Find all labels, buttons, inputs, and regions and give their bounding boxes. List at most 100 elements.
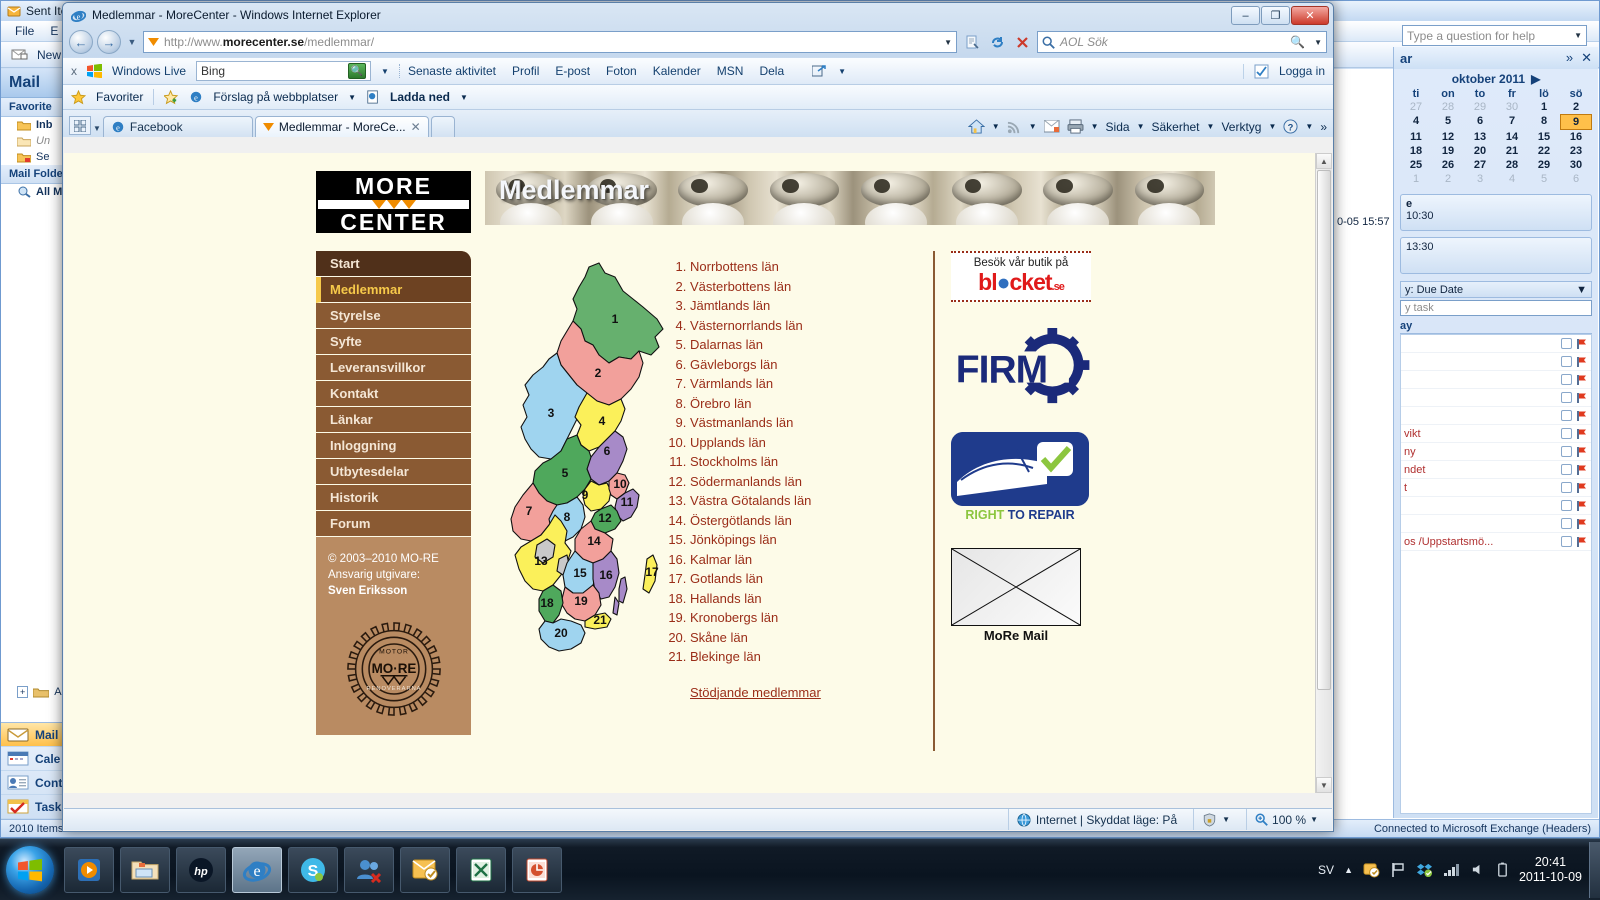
calendar-day[interactable]: 29: [1464, 100, 1496, 114]
map-region-label[interactable]: 17: [645, 565, 659, 579]
map-region-label[interactable]: 7: [526, 504, 533, 518]
site-nav-item-historik[interactable]: Historik: [316, 485, 471, 511]
command-bar-overflow-icon[interactable]: »: [1320, 120, 1327, 134]
site-nav-item-styrelse[interactable]: Styrelse: [316, 303, 471, 329]
page-scrollbar[interactable]: ▲ ▼: [1315, 153, 1332, 793]
menu-sakerhet[interactable]: Säkerhet: [1151, 120, 1199, 134]
new-button[interactable]: New: [37, 48, 61, 62]
map-region-label[interactable]: 13: [534, 554, 548, 568]
add-to-favorites-icon[interactable]: [164, 89, 179, 105]
menu-edit[interactable]: E: [50, 24, 58, 38]
wl-search-input[interactable]: Bing 🔍: [196, 61, 372, 81]
sweden-map-svg[interactable]: 1234567 89101112131415 16 1718 192021: [481, 259, 681, 739]
flag-icon[interactable]: [1576, 374, 1588, 386]
calendar-day[interactable]: 7: [1496, 114, 1528, 130]
county-list-item[interactable]: Värmlands län: [690, 374, 891, 394]
exchange-connection-status[interactable]: Connected to Microsoft Exchange (Headers…: [1374, 823, 1591, 835]
show-desktop-button[interactable]: [1589, 842, 1600, 898]
tab-facebook[interactable]: e Facebook: [102, 116, 253, 137]
more-mail-placeholder[interactable]: MoRe Mail: [951, 548, 1081, 643]
task-complete-checkbox[interactable]: [1561, 536, 1572, 547]
wl-overflow-chevron-icon[interactable]: ▼: [838, 67, 846, 76]
favbar-item-forslag[interactable]: Förslag på webbplatser: [213, 90, 338, 104]
help-icon[interactable]: ?: [1283, 119, 1298, 134]
refresh-icon[interactable]: [986, 31, 1008, 53]
site-nav-item-inloggning[interactable]: Inloggning: [316, 433, 471, 459]
protected-mode-icon[interactable]: ▼: [1193, 809, 1238, 830]
quick-tabs-button[interactable]: [69, 116, 91, 135]
site-nav-item-utbytesdelar[interactable]: Utbytesdelar: [316, 459, 471, 485]
tray-volume-icon[interactable]: [1471, 862, 1486, 877]
task-complete-checkbox[interactable]: [1561, 410, 1572, 421]
chevron-down-icon[interactable]: ▼: [1091, 122, 1099, 131]
map-region-label[interactable]: 12: [598, 511, 612, 525]
address-bar[interactable]: http://www.morecenter.se/medlemmar/ ▼: [143, 31, 957, 53]
tray-flag-icon[interactable]: [1390, 862, 1406, 878]
folder-archive[interactable]: + Ar: [1, 684, 71, 700]
calendar-day[interactable]: 21: [1496, 144, 1528, 158]
flag-icon[interactable]: [1576, 536, 1588, 548]
appointment-item[interactable]: e 10:30: [1400, 194, 1592, 231]
favbar-item-ladda-ned[interactable]: Ladda ned: [390, 90, 450, 104]
task-list-item[interactable]: ny: [1401, 443, 1591, 461]
sweden-map[interactable]: 1 2 3 4 5 6 7 8 9 10 11 12 13 14 15 16 17 18 19 20 21: [481, 259, 681, 739]
wl-signin-link[interactable]: Logga in: [1279, 64, 1325, 78]
map-region-label[interactable]: 4: [599, 414, 606, 428]
task-complete-checkbox[interactable]: [1561, 374, 1572, 385]
calendar-day[interactable]: 5: [1528, 172, 1560, 186]
print-icon[interactable]: [1067, 119, 1084, 134]
taskbar-hp-app[interactable]: hp: [176, 846, 226, 893]
chevron-down-icon[interactable]: ▼: [1310, 815, 1318, 824]
calendar-day[interactable]: 16: [1560, 130, 1592, 144]
flag-icon[interactable]: [1576, 338, 1588, 350]
favorites-label[interactable]: Favoriter: [96, 90, 143, 104]
menu-sida[interactable]: Sida: [1106, 120, 1130, 134]
task-complete-checkbox[interactable]: [1561, 446, 1572, 457]
flag-icon[interactable]: [1576, 464, 1588, 476]
county-list-item[interactable]: Upplands län: [690, 433, 891, 453]
task-list[interactable]: vikt ny ndet t os /Uppstartsmö...: [1400, 334, 1592, 814]
chevron-down-icon[interactable]: ▼: [1576, 284, 1587, 296]
calendar-day[interactable]: 30: [1496, 100, 1528, 114]
calendar-day[interactable]: 20: [1464, 144, 1496, 158]
calendar-day[interactable]: 6: [1464, 114, 1496, 130]
show-hidden-icons-button[interactable]: ▲: [1344, 865, 1353, 875]
task-complete-checkbox[interactable]: [1561, 428, 1572, 439]
county-list-item[interactable]: Blekinge län: [690, 647, 891, 667]
calendar-day[interactable]: 9: [1560, 114, 1592, 130]
stop-icon[interactable]: [1011, 31, 1033, 53]
calendar-day[interactable]: 25: [1400, 158, 1432, 172]
taskbar-powerpoint[interactable]: [512, 846, 562, 893]
site-nav-item-kontakt[interactable]: Kontakt: [316, 381, 471, 407]
internet-explorer-window[interactable]: e Medlemmar - MoreCenter - Windows Inter…: [62, 2, 1334, 832]
more-center-logo[interactable]: MORE CENTER: [316, 171, 471, 234]
flag-icon[interactable]: [1576, 482, 1588, 494]
calendar-day[interactable]: 11: [1400, 130, 1432, 144]
scrollbar-thumb[interactable]: [1317, 170, 1331, 690]
task-list-item[interactable]: [1401, 335, 1591, 353]
tab-close-icon[interactable]: ✕: [411, 120, 421, 134]
county-list-item[interactable]: Hallands län: [690, 589, 891, 609]
wl-search-go-icon[interactable]: 🔍: [348, 63, 367, 79]
county-list-item[interactable]: Västernorrlands län: [690, 316, 891, 336]
flag-icon[interactable]: [1576, 392, 1588, 404]
close-icon[interactable]: ✕: [1581, 50, 1592, 66]
chevron-down-icon[interactable]: ▼: [1137, 122, 1145, 131]
calendar-day[interactable]: 12: [1432, 130, 1464, 144]
county-list-item[interactable]: Västra Götalands län: [690, 491, 891, 511]
map-region-label[interactable]: 20: [554, 626, 568, 640]
chevron-down-icon[interactable]: ▼: [1222, 815, 1230, 824]
wl-link-senaste-aktivitet[interactable]: Senaste aktivitet: [408, 64, 496, 78]
calendar-day[interactable]: 22: [1528, 144, 1560, 158]
chevron-down-icon[interactable]: ▼: [1268, 122, 1276, 131]
calendar-day[interactable]: 15: [1528, 130, 1560, 144]
calendar-day[interactable]: 2: [1432, 172, 1464, 186]
site-nav-item-syfte[interactable]: Syfte: [316, 329, 471, 355]
calendar-day[interactable]: 27: [1400, 100, 1432, 114]
task-complete-checkbox[interactable]: [1561, 356, 1572, 367]
calendar-day[interactable]: 19: [1432, 144, 1464, 158]
map-region-label[interactable]: 2: [595, 366, 602, 380]
taskbar-windows-explorer[interactable]: [120, 846, 170, 893]
map-region-label[interactable]: 9: [582, 488, 589, 502]
calendar-day[interactable]: 28: [1432, 100, 1464, 114]
